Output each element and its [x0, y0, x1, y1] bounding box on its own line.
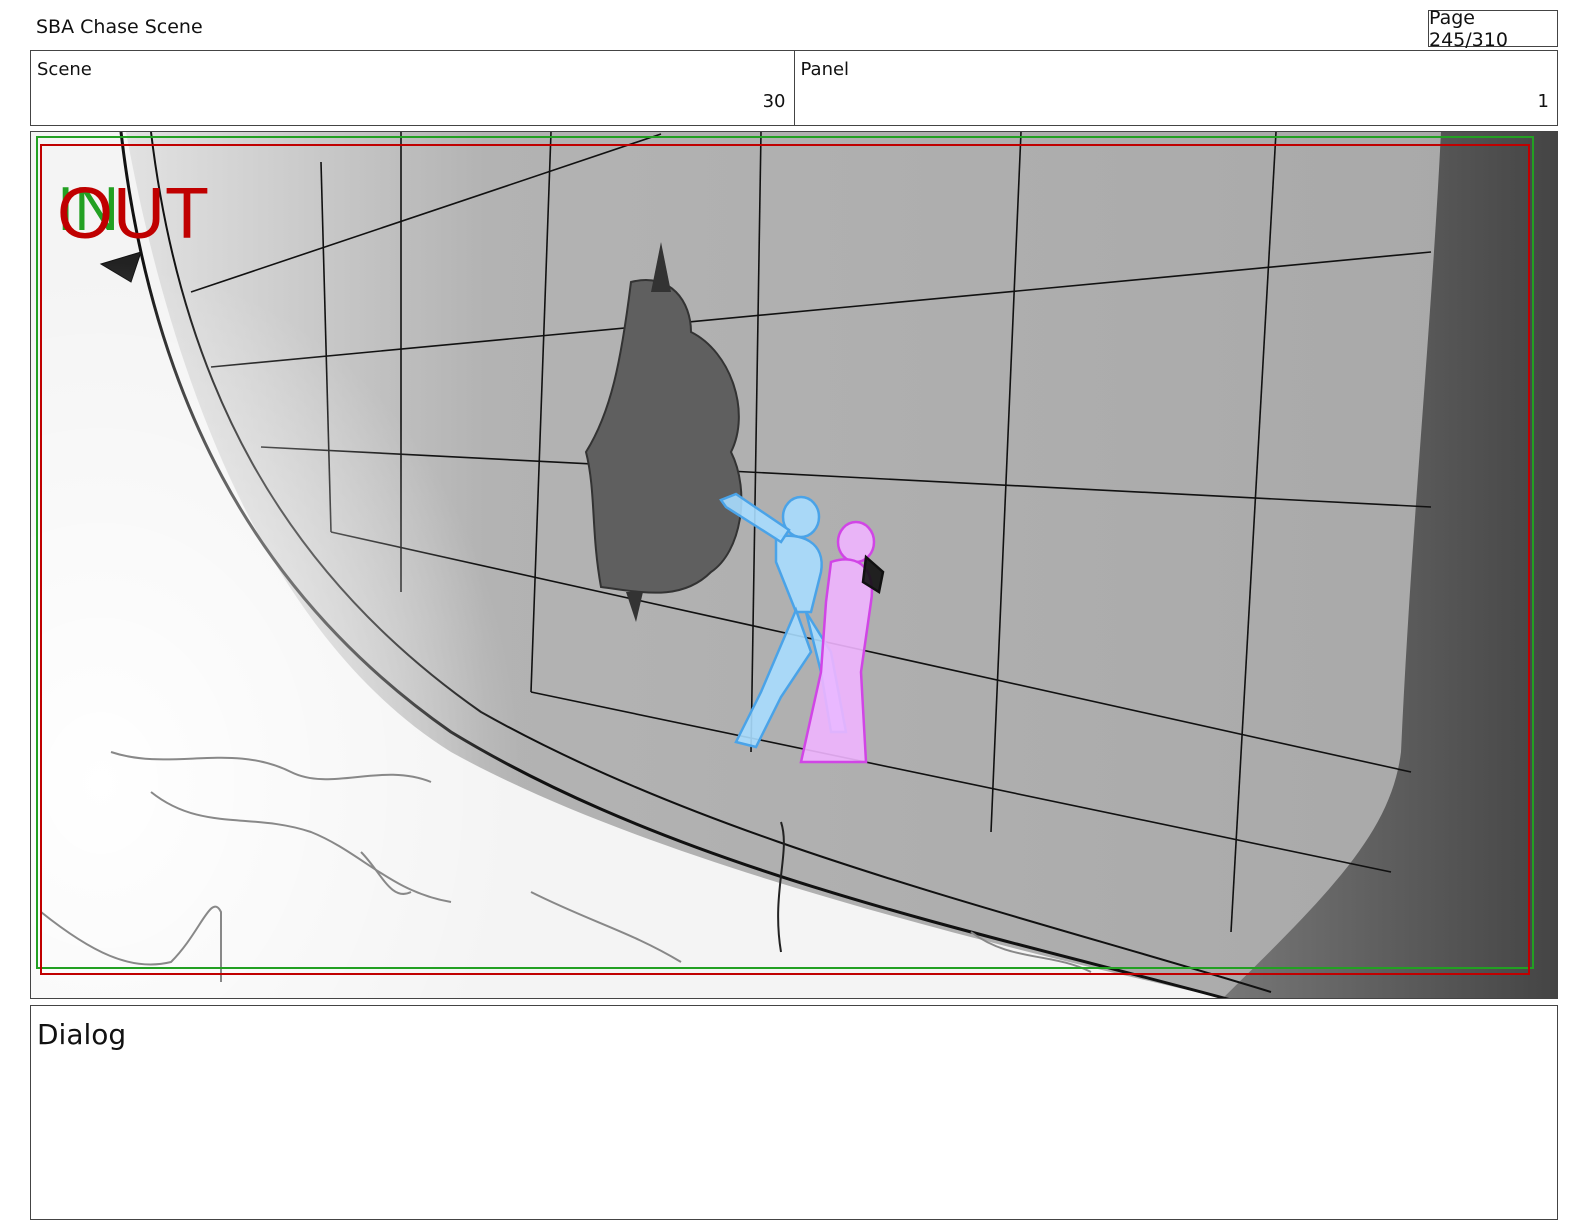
dialog-box: Dialog [30, 1005, 1558, 1220]
storyboard-drawing: IN OUT [31, 132, 1557, 998]
scene-cell: Scene 30 [31, 51, 794, 125]
document-title: SBA Chase Scene [36, 16, 203, 38]
panel-number: 1 [1537, 91, 1549, 112]
scene-panel-info: Scene 30 Panel 1 [30, 50, 1558, 126]
panel-label: Panel [800, 59, 850, 80]
out-marker: OUT [57, 174, 209, 254]
storyboard-panel: IN OUT [30, 131, 1558, 999]
scene-number: 30 [762, 91, 786, 112]
dialog-label: Dialog [37, 1018, 127, 1051]
scene-label: Scene [37, 59, 92, 80]
panel-cell: Panel 1 [793, 51, 1558, 125]
page-indicator: Page 245/310 [1428, 7, 1558, 51]
